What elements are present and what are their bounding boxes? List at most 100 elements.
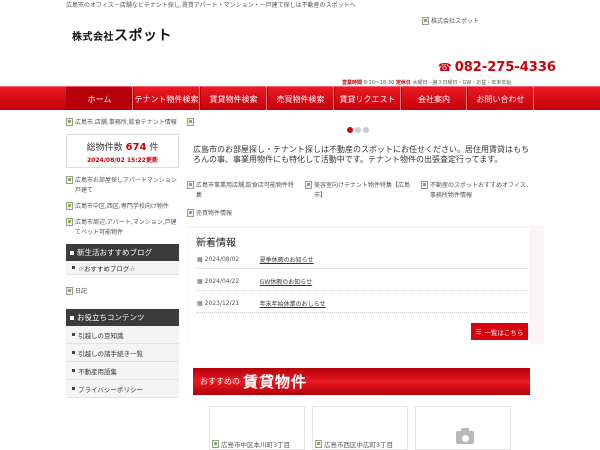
feature-link-text: 売買物件情報 [196, 210, 233, 217]
news-all-label: 一覧はこちら [484, 328, 524, 337]
bullet-icon [72, 333, 75, 336]
phone-text: 082-275-4336 [454, 60, 556, 75]
sidebar-apartment-link[interactable]: 広島市お部屋探しアパートマンション戸建て [66, 176, 179, 196]
property-card-caption: 広島市中区本川町3丁目 [221, 441, 291, 449]
news-all-button[interactable]: ☰ 一覧はこちら [471, 323, 528, 340]
image-icon [212, 440, 219, 448]
phone-number[interactable]: ☎ 082-275-4336 [438, 60, 556, 75]
blog-link[interactable]: ☆おすすめブログ☆ [66, 261, 179, 275]
list-icon: ☰ [475, 327, 482, 336]
blog-heading: 新生活おすすめブログ [66, 244, 179, 261]
useful-link-text: 不動産用語集 [78, 367, 117, 376]
sidebar-student-link[interactable]: 広島市中区,西区,専門学校向け物件 [66, 202, 179, 212]
image-icon [66, 287, 73, 295]
banner-small: おすすめの [200, 377, 240, 386]
image-icon [66, 202, 73, 210]
bullet-icon [72, 266, 75, 269]
useful-link-privacy[interactable]: プライバシーポリシー [66, 380, 179, 398]
logo-name: スポット [114, 28, 172, 44]
nav-home[interactable]: ホーム [66, 87, 133, 111]
main-content: 広島市のお部屋探し・テナント探しは不動産のスポットにお任せください。居住用賃貸は… [187, 118, 544, 217]
news-item[interactable]: ▦ 2024/04/22 GW休暇のお知らせ [197, 273, 527, 291]
bullet-icon [72, 369, 75, 372]
property-count-box: 総物件数 674 件 2024/08/02 15:22更新 [66, 134, 179, 168]
feature-link-text: 不動産のスポットおすすめオフィス、事務所物件情報 [430, 182, 532, 199]
banner-large: 賃貸物件 [243, 373, 308, 391]
useful-link-text: 引越しの豆知識 [78, 331, 124, 340]
square-icon [70, 250, 74, 255]
global-nav: ホーム テナント物件検索 賃貸物件検索 売買物件検索 賃貸リクエスト 会社案内 … [0, 86, 600, 111]
tagline: 広島市のオフィス・店舗などテナント探し,賃貸アパート・マンション・一戸建て探しは… [66, 2, 356, 9]
calendar-icon: ▦ [197, 278, 203, 285]
useful-link-procedures[interactable]: 引越しの諸手続き一覧 [66, 344, 179, 362]
slider-dot[interactable] [363, 127, 369, 133]
slider-dot[interactable] [347, 127, 353, 133]
bullet-icon [72, 387, 75, 390]
sidebar-pet-alt: 広島市周辺,アパート,マンション,戸建てペット可能物件 [75, 219, 177, 236]
property-card[interactable] [415, 406, 511, 450]
nav-contact[interactable]: お問い合わせ [467, 87, 534, 111]
useful-link-glossary[interactable]: 不動産用語集 [66, 362, 179, 380]
sidebar-apartment-alt: 広島市お部屋探しアパートマンション戸建て [75, 177, 177, 194]
feature-link-salon[interactable]: 美容室向けテナント物件特集【広島市】 [305, 181, 417, 201]
count-updated: 2024/08/02 15:22更新 [87, 157, 158, 164]
image-icon [422, 16, 429, 25]
news-date: 2024/08/02 [204, 256, 240, 263]
image-icon [187, 181, 194, 189]
useful-heading: お役立ちコンテンツ [66, 309, 179, 326]
news-title-link[interactable]: 年末年始休業のおしらせ [260, 299, 326, 308]
feature-link-text: 美容室向けテナント物件特集【広島市】 [314, 182, 411, 199]
logo-prefix: 株式会社 [72, 32, 114, 43]
diary-link[interactable]: 日記 [66, 287, 179, 297]
news-date: 2024/04/22 [204, 278, 240, 285]
news-title: 新着情報 [196, 238, 236, 249]
news-title-link[interactable]: 夏季休暇のお知らせ [260, 255, 314, 264]
nav-rental-request[interactable]: 賃貸リクエスト [334, 87, 401, 111]
nav-sale-search[interactable]: 売買物件検索 [267, 87, 334, 111]
property-card[interactable]: 広島市中区本川町3丁目 [209, 406, 305, 450]
camera-icon [456, 428, 474, 444]
news-item[interactable]: ▦ 2023/12/21 年末年始休業のおしらせ [197, 295, 527, 313]
useful-link-moving-tips[interactable]: 引越しの豆知識 [66, 326, 179, 344]
diary-alt: 日記 [75, 288, 88, 295]
image-icon [315, 440, 322, 448]
bullet-icon [72, 351, 75, 354]
calendar-icon: ▦ [197, 300, 203, 307]
feature-link-office[interactable]: 不動産のスポットおすすめオフィス、事務所物件情報 [421, 181, 533, 201]
logo[interactable]: 株式会社スポット [72, 25, 172, 45]
property-card-caption: 広島市西区中広町3丁目 [324, 441, 394, 449]
nav-rental-search[interactable]: 賃貸物件検索 [200, 87, 267, 111]
recommended-rental-banner: おすすめの 賃貸物件 [193, 368, 530, 395]
count-label: 総物件数 [86, 143, 123, 153]
business-hours: 営業時間 9:30～18:30 定休日 水曜日・第３日曜日・GW・お盆・年末年始 [342, 79, 511, 86]
sidebar-tenant-alt: 広島市,店舗,事務所,飲食テナント情報 [75, 119, 177, 126]
feature-link-sale[interactable]: 売買物件情報 [187, 209, 297, 219]
slider-dot[interactable] [355, 127, 361, 133]
intro-text: 広島市のお部屋探し・テナント探しは不動産のスポットにお任せください。居住用賃貸は… [193, 145, 529, 164]
blog-link-text: ☆おすすめブログ☆ [78, 264, 136, 273]
blog-heading-text: 新生活おすすめブログ [77, 248, 152, 257]
main-slider[interactable] [187, 118, 544, 126]
image-icon [66, 118, 73, 126]
property-card[interactable]: 広島市西区中広町3丁目 [312, 406, 408, 450]
image-icon [187, 209, 194, 217]
image-icon [305, 181, 312, 189]
image-icon [66, 176, 73, 184]
logo-image[interactable]: 株式会社スポット [422, 16, 479, 25]
sidebar-pet-link[interactable]: 広島市周辺,アパート,マンション,戸建てペット可能物件 [66, 218, 179, 238]
news-box: 新着情報 ▦ 2024/08/02 夏季休暇のお知らせ ▦ 2024/04/22 GW休… [188, 228, 529, 344]
logo-image-alt: 株式会社スポット [431, 18, 480, 25]
news-title-link[interactable]: GW休暇のお知らせ [260, 277, 312, 286]
nav-company[interactable]: 会社案内 [401, 87, 467, 111]
sidebar-tenant-link[interactable]: 広島市,店舗,事務所,飲食テナント情報 [66, 118, 179, 128]
sidebar: 広島市,店舗,事務所,飲食テナント情報 総物件数 674 件 2024/08/0… [66, 118, 179, 398]
square-icon [70, 315, 74, 320]
calendar-icon: ▦ [197, 256, 203, 263]
feature-link-text: 広島市事業用店舗,飲食店可能物件特集 [196, 182, 294, 199]
news-item[interactable]: ▦ 2024/08/02 夏季休暇のお知らせ [197, 251, 527, 269]
phone-icon: ☎ [438, 61, 452, 74]
image-icon [421, 181, 428, 189]
nav-tenant-search[interactable]: テナント物件検索 [133, 87, 200, 111]
feature-link-restaurant[interactable]: 広島市事業用店舗,飲食店可能物件特集 [187, 181, 297, 201]
useful-link-text: 引越しの諸手続き一覧 [78, 349, 143, 358]
